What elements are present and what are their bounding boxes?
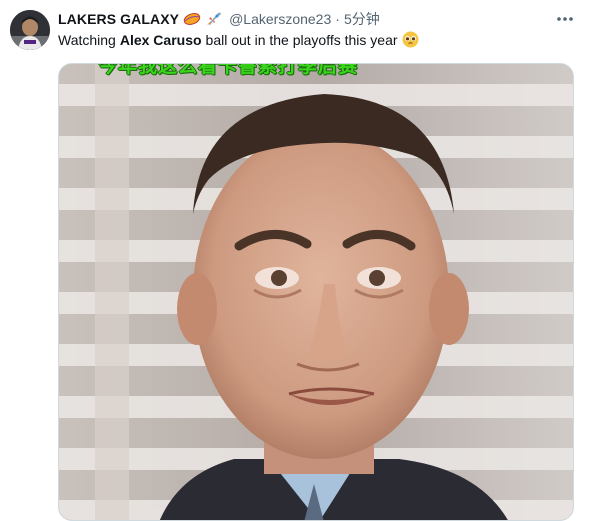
meme-caption: 今年我这么看卡鲁索打季后赛 xyxy=(98,63,359,77)
tweet-text-after: ball out in the playoffs this year xyxy=(205,31,398,48)
handle[interactable]: @Lakerszone23 xyxy=(229,11,331,27)
rocket-icon xyxy=(205,11,223,27)
tweet-text-before: Watching xyxy=(58,31,116,48)
timestamp[interactable]: 5分钟 xyxy=(344,9,380,29)
crying-man-meme-image xyxy=(59,64,573,520)
avatar[interactable] xyxy=(10,10,50,50)
tweet-text-mention: Alex Caruso xyxy=(119,31,202,48)
tweet-media[interactable]: 今年我这么看卡鲁索打季后赛 xyxy=(58,63,574,521)
display-name[interactable]: LAKERS GALAXY xyxy=(58,11,179,27)
tweet-text: Watching Alex Caruso ball out in the pla… xyxy=(58,31,419,48)
basketball-icon xyxy=(183,11,201,27)
separator-dot: · xyxy=(335,11,340,27)
more-horizontal-icon[interactable] xyxy=(554,9,576,29)
pleading-face-icon xyxy=(402,31,419,48)
tweet-header: LAKERS GALAXY @Lakerszone23 · 5分钟 xyxy=(58,9,380,29)
